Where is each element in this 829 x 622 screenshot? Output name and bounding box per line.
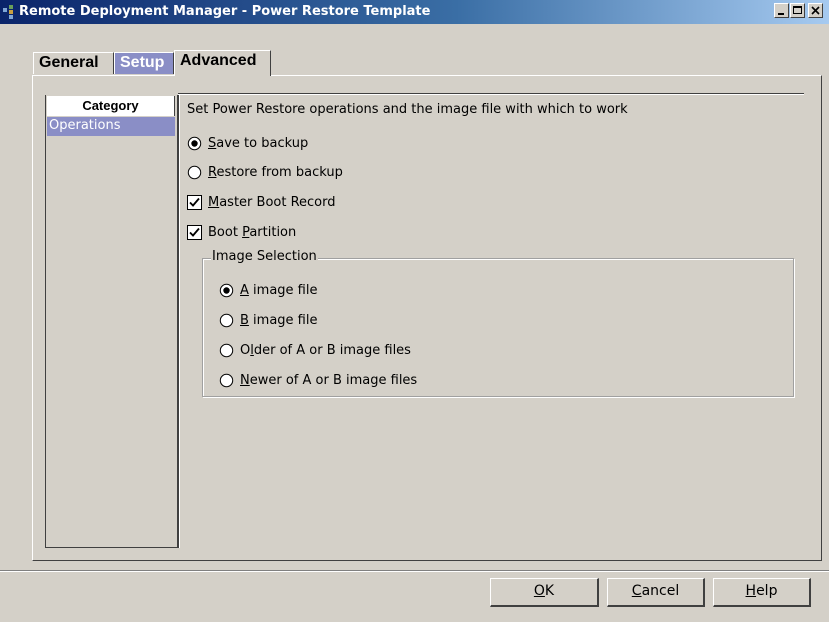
operations-description: Set Power Restore operations and the ima…: [187, 102, 628, 117]
tab-general-label: General: [39, 54, 99, 71]
minimize-button[interactable]: [774, 3, 789, 18]
category-list: Category Operations: [45, 95, 178, 548]
boot-partition-label: Boot Partition: [208, 225, 297, 240]
help-button-label: Help: [745, 583, 778, 599]
bottom-separator-highlight: [0, 571, 829, 572]
title-bar[interactable]: Remote Deployment Manager - Power Restor…: [0, 0, 829, 24]
content-border-highlight: [178, 94, 804, 95]
maximize-button[interactable]: [790, 3, 805, 18]
divider: [177, 95, 180, 548]
help-button[interactable]: Help: [713, 578, 811, 607]
cancel-button[interactable]: Cancel: [607, 578, 705, 607]
a-image-file-label: A image file: [240, 283, 318, 298]
ok-button-label: OK: [533, 583, 555, 599]
minimize-icon: [775, 4, 788, 17]
ok-button[interactable]: OK: [490, 578, 599, 607]
radio-unselected-icon[interactable]: [219, 373, 234, 388]
restore-from-backup-label: Restore from backup: [208, 165, 343, 180]
image-selection-label: Image Selection: [211, 249, 318, 264]
tab-advanced[interactable]: Advanced: [174, 50, 271, 76]
cancel-button-label: Cancel: [631, 583, 680, 599]
checkbox-checked-icon[interactable]: [187, 225, 202, 240]
radio-unselected-icon[interactable]: [219, 313, 234, 328]
radio-unselected-icon[interactable]: [219, 343, 234, 358]
window-title: Remote Deployment Manager - Power Restor…: [19, 4, 431, 19]
category-header: Category: [47, 96, 175, 116]
close-icon: [809, 4, 822, 17]
category-item-operations[interactable]: Operations: [47, 117, 175, 136]
newer-image-file-label: Newer of A or B image files: [240, 373, 418, 388]
close-button[interactable]: [808, 3, 823, 18]
older-image-file-label: Older of A or B image files: [240, 343, 411, 358]
maximize-icon: [791, 4, 804, 17]
tab-general[interactable]: General: [33, 52, 114, 74]
app-icon: [3, 5, 17, 19]
checkbox-checked-icon[interactable]: [187, 195, 202, 210]
tab-advanced-label: Advanced: [180, 52, 257, 69]
tab-setup[interactable]: Setup: [114, 52, 174, 74]
radio-selected-icon[interactable]: [187, 136, 202, 151]
tab-setup-label: Setup: [120, 54, 165, 71]
radio-selected-icon[interactable]: [219, 283, 234, 298]
master-boot-record-label: Master Boot Record: [208, 195, 336, 210]
b-image-file-label: B image file: [240, 313, 318, 328]
radio-unselected-icon[interactable]: [187, 165, 202, 180]
save-to-backup-label: Save to backup: [208, 136, 309, 151]
